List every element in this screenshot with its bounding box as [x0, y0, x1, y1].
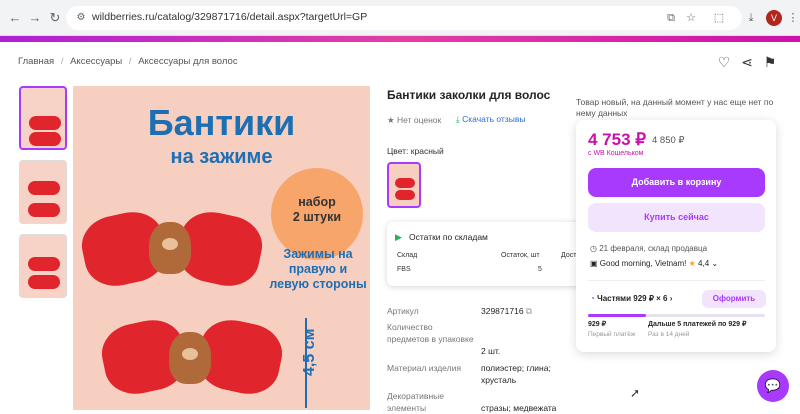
installment-info[interactable]: ◔ Частями 929 ₽ × 6 ›: [590, 294, 672, 303]
gallery-thumb-2[interactable]: [19, 160, 67, 224]
badge-line-2: 2 штуки: [292, 210, 342, 224]
installment-apply-button[interactable]: Оформить: [702, 290, 766, 308]
breadcrumb-home[interactable]: Главная: [18, 56, 54, 67]
stock-header-warehouse: Склад: [397, 252, 418, 259]
delivery-date: ◷ 21 февраля, склад продавца: [590, 244, 707, 253]
breadcrumb-accessories[interactable]: Аксессуары: [70, 56, 122, 67]
browser-toolbar: ← → ↻ ⚙ wildberries.ru/catalog/329871716…: [0, 0, 800, 36]
star-icon: ★: [387, 115, 395, 125]
product-title: Бантики заколки для волос: [387, 88, 551, 102]
installment-icon: ◔: [590, 294, 595, 303]
address-bar[interactable]: ⚙ wildberries.ru/catalog/329871716/detai…: [66, 6, 742, 30]
gallery-thumb-3[interactable]: [19, 234, 67, 298]
stock-header-qty: Остаток, шт: [501, 252, 540, 259]
chevron-down-icon: ⌄: [711, 259, 719, 268]
color-label: Цвет: красный: [387, 146, 444, 156]
breadcrumb-separator: /: [128, 56, 132, 67]
installment-progress: [588, 314, 765, 317]
next-payments-note: Раз в 14 дней: [648, 331, 690, 338]
copy-icon[interactable]: ⧉: [526, 306, 532, 316]
price-card: 4 753 ₽ 4 850 ₽ с WB Кошельком Добавить …: [576, 120, 776, 352]
attr-value-material: полиэстер; глина; хрусталь: [481, 363, 551, 385]
attr-value-article[interactable]: 329871716 ⧉: [481, 305, 532, 317]
divider: [588, 280, 765, 281]
delivery-text: 21 февраля, склад продавца: [599, 244, 708, 253]
reviews-link-label: Скачать отзывы: [462, 114, 526, 124]
attr-value-quantity: 2 шт.: [481, 346, 501, 356]
current-price: 4 753 ₽: [588, 130, 647, 149]
side-text-line-1: Зажимы на: [283, 247, 353, 261]
hero-title: Бантики: [147, 102, 296, 143]
mouse-cursor-icon: ➚: [630, 386, 641, 400]
install-app-icon[interactable]: ⧉: [664, 11, 678, 25]
old-price: 4 850 ₽: [652, 135, 685, 146]
attr-value-decor: стразы; медвежата: [481, 403, 557, 413]
breadcrumb-hair-accessories[interactable]: Аксессуары для волос: [138, 56, 237, 67]
badge-line-1: набор: [298, 195, 336, 209]
gallery-thumb-1[interactable]: [19, 86, 67, 150]
star-icon: ★: [688, 259, 696, 268]
share-icon[interactable]: ⋖: [739, 54, 755, 70]
report-icon[interactable]: ⚑: [762, 54, 778, 70]
chat-button[interactable]: 💬: [757, 370, 789, 402]
hero-subtitle: на зажиме: [170, 146, 273, 168]
seller-name: Good morning, Vietnam!: [599, 259, 687, 268]
first-payment-amount: 929 ₽: [588, 321, 607, 328]
next-payments: Дальше 5 платежей по 929 ₽: [648, 321, 747, 328]
buy-now-button[interactable]: Купить сейчас: [588, 203, 765, 232]
seller-info[interactable]: ▣ Good morning, Vietnam! ★ 4,4 ⌄: [590, 259, 718, 268]
menu-kebab-icon[interactable]: ⋮: [786, 11, 800, 25]
color-option-red[interactable]: [387, 162, 421, 208]
stock-cell-warehouse: FBS: [397, 266, 411, 273]
breadcrumb: Главная / Аксессуары / Аксессуары для во…: [18, 56, 242, 67]
favorite-heart-icon[interactable]: ♡: [716, 54, 732, 70]
attr-label-quantity: Количество предметов в упаковке: [387, 322, 474, 344]
first-payment-label: Первый платёж: [588, 331, 636, 338]
calendar-icon: ◷: [590, 244, 597, 253]
download-reviews-link[interactable]: ⤓ Скачать отзывы: [456, 114, 525, 125]
shop-icon: ▣: [590, 259, 598, 268]
size-label: 4,5 см: [301, 328, 318, 376]
installment-text: Частями 929 ₽ × 6: [597, 294, 668, 303]
rating-text: ★ Нет оценок: [387, 115, 441, 126]
article-number: 329871716: [481, 306, 524, 316]
installment-progress-fill: [588, 314, 647, 317]
breadcrumb-separator: /: [60, 56, 64, 67]
back-icon[interactable]: ←: [6, 9, 24, 27]
downloads-icon[interactable]: ⤓: [744, 11, 758, 25]
site-info-icon[interactable]: ⚙: [74, 11, 88, 25]
attr-label-article: Артикул: [387, 306, 419, 316]
stock-title: Остатки по складам: [409, 232, 488, 242]
product-status-note: Товар новый, на данный момент у нас еще …: [576, 97, 774, 118]
warehouse-icon: ▶: [395, 232, 402, 242]
side-text-line-3: левую стороны: [269, 277, 367, 291]
rating-value: Нет оценок: [397, 115, 442, 125]
extensions-icon[interactable]: ⬚: [712, 11, 726, 25]
reload-icon[interactable]: ↻: [46, 9, 64, 27]
url-text[interactable]: wildberries.ru/catalog/329871716/detail.…: [92, 11, 367, 23]
chat-icon: 💬: [764, 378, 782, 393]
attr-label-decor: Декоративные элементы: [387, 391, 444, 413]
download-icon: ⤓: [456, 114, 460, 124]
hero-side-text: Зажимы на правую и левую стороны: [268, 247, 368, 292]
stock-cell-qty: 5: [538, 266, 542, 273]
wallet-note[interactable]: с WB Кошельком: [588, 150, 644, 157]
bookmark-star-icon[interactable]: ☆: [684, 11, 698, 25]
site-header-strip: [0, 36, 800, 42]
forward-icon[interactable]: →: [26, 9, 44, 27]
attr-label-material: Материал изделия: [387, 363, 461, 373]
chevron-right-icon: ›: [669, 294, 673, 303]
add-to-cart-button[interactable]: Добавить в корзину: [588, 168, 765, 197]
seller-rating: 4,4: [698, 259, 710, 268]
profile-avatar[interactable]: V: [766, 10, 782, 26]
product-main-image[interactable]: Бантики на зажиме набор 2 штуки Зажимы н…: [73, 86, 370, 410]
side-text-line-2: правую и: [288, 262, 348, 276]
